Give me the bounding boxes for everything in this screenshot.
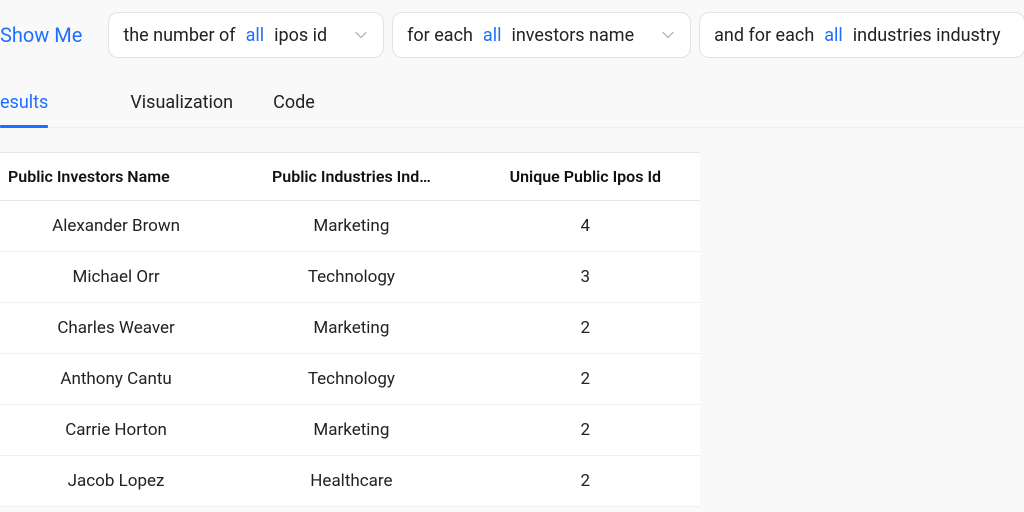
cell-industry: Marketing: [232, 201, 470, 252]
results-table: Public Investors Name Public Industries …: [0, 152, 700, 507]
results-table-container: Public Investors Name Public Industries …: [0, 152, 700, 507]
cell-count: 2: [471, 303, 700, 354]
cell-investor-name: Michael Orr: [0, 252, 232, 303]
chevron-down-icon: [660, 27, 676, 43]
show-me-label: Show Me: [0, 23, 100, 47]
table-row: Jacob LopezHealthcare2: [0, 456, 700, 507]
selector-quantifier: all: [483, 25, 502, 46]
cell-investor-name: Anthony Cantu: [0, 354, 232, 405]
tab-visualization[interactable]: Visualization: [130, 78, 233, 127]
selector-field: industries industry: [853, 25, 1011, 46]
selector-metric[interactable]: the number of all ipos id: [108, 12, 384, 58]
table-row: Carrie HortonMarketing2: [0, 405, 700, 456]
selector-groupby-1[interactable]: for each all investors name: [392, 12, 691, 58]
cell-count: 2: [471, 354, 700, 405]
column-header-investors[interactable]: Public Investors Name: [0, 153, 232, 201]
selector-quantifier: all: [246, 25, 265, 46]
selector-field: investors name: [511, 25, 644, 46]
chevron-down-icon: [353, 27, 369, 43]
selector-prefix: for each: [407, 25, 473, 46]
cell-investor-name: Alexander Brown: [0, 201, 232, 252]
cell-investor-name: Carrie Horton: [0, 405, 232, 456]
column-header-industries[interactable]: Public Industries Ind…: [232, 153, 470, 201]
table-row: Alexander BrownMarketing4: [0, 201, 700, 252]
tab-code[interactable]: Code: [273, 78, 315, 127]
selector-prefix: the number of: [123, 25, 235, 46]
selector-groupby-2[interactable]: and for each all industries industry: [699, 12, 1024, 58]
cell-investor-name: Jacob Lopez: [0, 456, 232, 507]
cell-industry: Marketing: [232, 303, 470, 354]
cell-industry: Marketing: [232, 405, 470, 456]
query-bar: Show Me the number of all ipos id for ea…: [0, 0, 1024, 70]
tab-results[interactable]: esults: [0, 78, 48, 127]
cell-industry: Technology: [232, 252, 470, 303]
selector-quantifier: all: [824, 25, 843, 46]
column-header-count[interactable]: Unique Public Ipos Id: [471, 153, 700, 201]
table-row: Anthony CantuTechnology2: [0, 354, 700, 405]
table-row: Charles WeaverMarketing2: [0, 303, 700, 354]
tabs-bar: esults Visualization Code: [0, 78, 1024, 128]
cell-investor-name: Charles Weaver: [0, 303, 232, 354]
selector-field: ipos id: [274, 25, 337, 46]
selector-prefix: and for each: [714, 25, 814, 46]
cell-count: 4: [471, 201, 700, 252]
cell-count: 2: [471, 456, 700, 507]
cell-industry: Healthcare: [232, 456, 470, 507]
cell-count: 2: [471, 405, 700, 456]
cell-industry: Technology: [232, 354, 470, 405]
table-row: Michael OrrTechnology3: [0, 252, 700, 303]
cell-count: 3: [471, 252, 700, 303]
